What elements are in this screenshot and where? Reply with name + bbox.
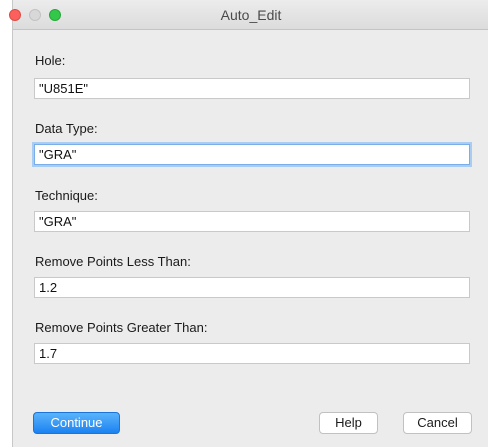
title-bar[interactable]: Auto_Edit: [9, 0, 488, 30]
hole-input[interactable]: [34, 78, 470, 99]
continue-button[interactable]: Continue: [33, 412, 120, 434]
auto-edit-window: Auto_Edit Hole: Data Type: Technique: Re…: [9, 0, 488, 447]
remove-less-than-label: Remove Points Less Than:: [35, 254, 191, 269]
remove-greater-than-input[interactable]: [34, 343, 470, 364]
window-title: Auto_Edit: [220, 7, 282, 23]
technique-label: Technique:: [35, 188, 98, 203]
remove-greater-than-label: Remove Points Greater Than:: [35, 320, 208, 335]
remove-less-than-input[interactable]: [34, 277, 470, 298]
help-button[interactable]: Help: [319, 412, 378, 434]
data-type-input[interactable]: [34, 144, 470, 165]
technique-input[interactable]: [34, 211, 470, 232]
hole-label: Hole:: [35, 53, 66, 68]
data-type-label: Data Type:: [35, 121, 98, 136]
cancel-button[interactable]: Cancel: [403, 412, 472, 434]
